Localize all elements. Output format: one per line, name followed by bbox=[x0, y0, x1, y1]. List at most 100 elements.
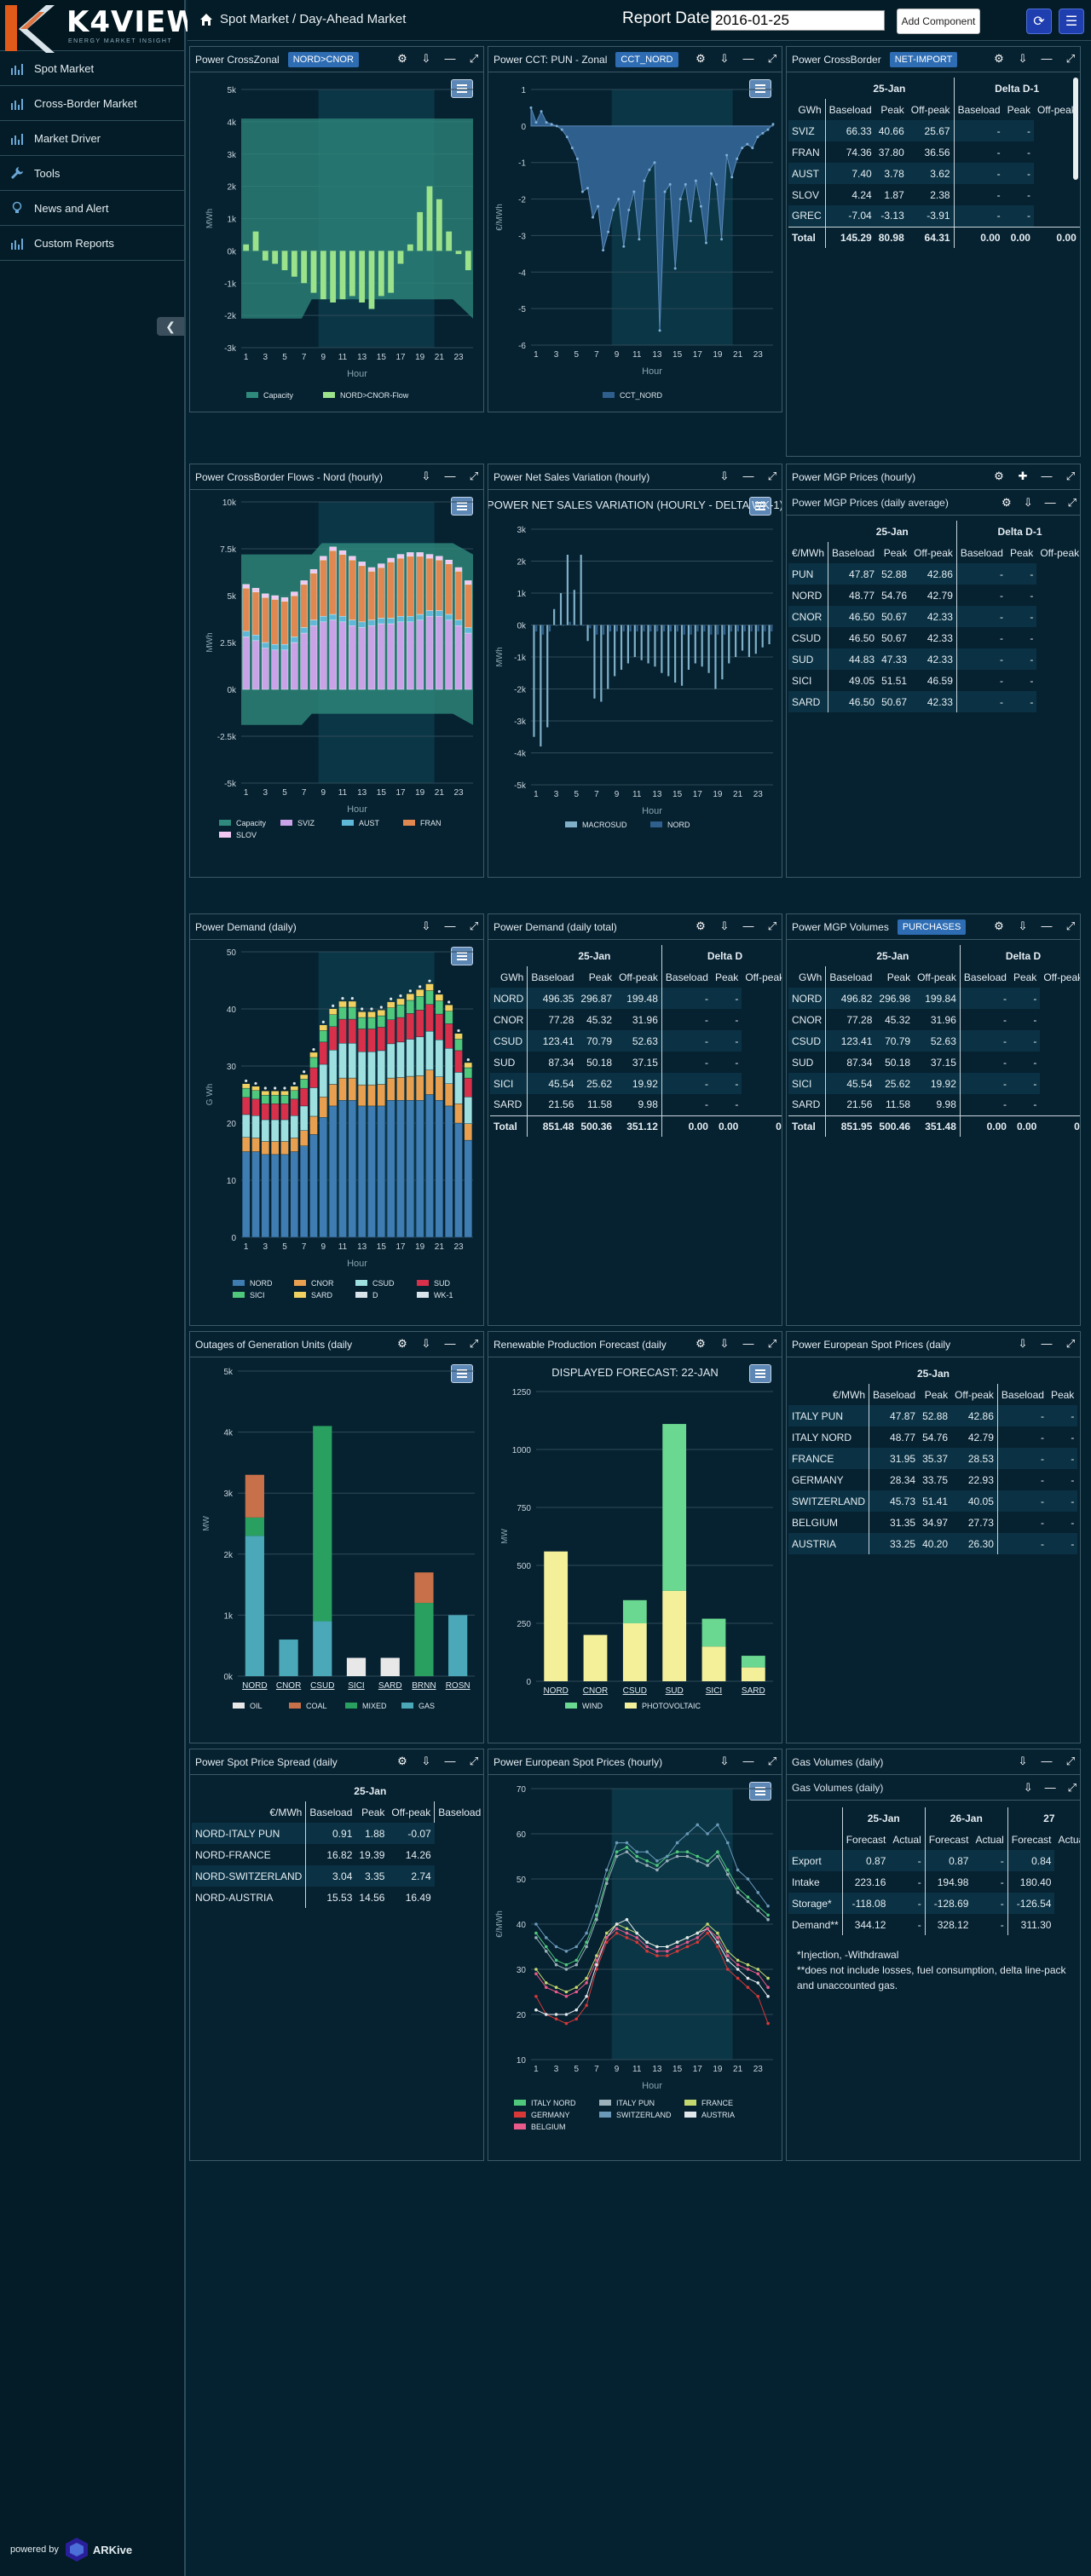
series-point[interactable] bbox=[564, 1968, 569, 1971]
flow-bar[interactable] bbox=[280, 649, 289, 690]
demand-bar[interactable] bbox=[251, 1098, 260, 1116]
series-point[interactable] bbox=[746, 1968, 750, 1971]
macrosud-bar[interactable] bbox=[761, 625, 764, 648]
demand-bar[interactable] bbox=[261, 1091, 270, 1096]
flow-bar[interactable] bbox=[251, 634, 260, 642]
nord-bar[interactable] bbox=[542, 625, 545, 635]
flow-bar[interactable] bbox=[387, 557, 395, 562]
demand-bar[interactable] bbox=[270, 1141, 280, 1155]
demand-bar[interactable] bbox=[406, 1099, 415, 1238]
flow-bar[interactable] bbox=[320, 621, 327, 690]
settings-icon[interactable]: ⚙ bbox=[396, 1338, 408, 1350]
legend-label[interactable]: SARD bbox=[311, 1291, 333, 1300]
series-point[interactable] bbox=[685, 1850, 690, 1853]
series-point[interactable] bbox=[544, 1981, 548, 1985]
macrosud-bar[interactable] bbox=[674, 625, 677, 683]
series-point[interactable] bbox=[736, 1868, 740, 1872]
series-point[interactable] bbox=[665, 1859, 669, 1863]
settings-icon[interactable]: ⚙ bbox=[695, 53, 707, 65]
forecast-bar[interactable] bbox=[662, 1424, 687, 1591]
macrosud-bar[interactable] bbox=[654, 625, 656, 667]
x-category-label[interactable]: NORD bbox=[242, 1681, 267, 1691]
demand-bar[interactable] bbox=[406, 1000, 415, 1014]
minimize-icon[interactable]: — bbox=[1041, 1755, 1053, 1767]
settings-icon[interactable]: ⚙ bbox=[993, 53, 1005, 65]
legend-label[interactable]: FRANCE bbox=[701, 2099, 733, 2107]
series-point[interactable] bbox=[725, 1841, 730, 1845]
flow-bar[interactable] bbox=[454, 625, 463, 690]
series-point[interactable] bbox=[645, 1945, 649, 1949]
cct-point[interactable] bbox=[586, 187, 589, 190]
legend-label[interactable]: NORD bbox=[250, 1279, 273, 1288]
download-icon[interactable]: ⇩ bbox=[1017, 1338, 1029, 1350]
x-category-label[interactable]: BRNN bbox=[412, 1681, 436, 1691]
nord-bar[interactable] bbox=[603, 625, 605, 635]
legend-label[interactable]: NORD>CNOR-Flow bbox=[340, 391, 409, 400]
series-point[interactable] bbox=[534, 1922, 538, 1926]
table-row[interactable]: SICI 49.05 51.51 46.59- - bbox=[788, 670, 1080, 691]
minimize-icon[interactable]: — bbox=[742, 470, 754, 482]
series-point[interactable] bbox=[645, 1859, 649, 1863]
cct-point[interactable] bbox=[668, 182, 672, 186]
flow-bar[interactable] bbox=[349, 559, 356, 620]
demand-bar[interactable] bbox=[357, 1011, 367, 1018]
table-row[interactable]: SLOV 4.24 1.87 2.38- - bbox=[788, 184, 1080, 205]
series-point[interactable] bbox=[564, 2021, 569, 2026]
series-point[interactable] bbox=[635, 1859, 639, 1863]
cct-point[interactable] bbox=[592, 216, 595, 219]
cct-point[interactable] bbox=[725, 153, 729, 157]
x-category-label[interactable]: CNOR bbox=[276, 1681, 301, 1691]
panel-selector-dropdown[interactable]: NORD>CNOR bbox=[287, 51, 359, 67]
cct-point[interactable] bbox=[699, 205, 702, 208]
series-point[interactable] bbox=[725, 1958, 730, 1962]
flow-bar[interactable] bbox=[309, 568, 318, 573]
series-point[interactable] bbox=[696, 1940, 700, 1944]
forecast-bar[interactable] bbox=[701, 1618, 726, 1647]
series-point[interactable] bbox=[716, 1945, 719, 1949]
x-category-label[interactable]: SICI bbox=[348, 1681, 364, 1691]
legend-label[interactable]: SVIZ bbox=[297, 819, 315, 827]
series-point[interactable] bbox=[635, 1854, 639, 1859]
demand-bar[interactable] bbox=[454, 1072, 463, 1104]
demand-bar[interactable] bbox=[319, 1030, 328, 1043]
series-point[interactable] bbox=[534, 1968, 538, 1971]
flow-bar[interactable] bbox=[262, 596, 269, 643]
demand-bar[interactable] bbox=[270, 1094, 280, 1104]
x-category-label[interactable]: CNOR bbox=[583, 1686, 608, 1696]
refresh-button[interactable]: ⟳ bbox=[1026, 9, 1052, 34]
demand-bar[interactable] bbox=[367, 1011, 376, 1018]
series-point[interactable] bbox=[544, 1950, 548, 1953]
outage-bar[interactable] bbox=[245, 1536, 264, 1676]
flow-bar[interactable] bbox=[349, 251, 355, 297]
cct-point[interactable] bbox=[746, 142, 749, 146]
series-point[interactable] bbox=[544, 2013, 548, 2016]
flow-bar[interactable] bbox=[378, 623, 385, 690]
forecast-bar[interactable] bbox=[741, 1667, 765, 1681]
download-icon[interactable]: ⇩ bbox=[1024, 496, 1033, 510]
legend-label[interactable]: SUD bbox=[434, 1279, 451, 1288]
series-point[interactable] bbox=[766, 1976, 770, 1980]
series-point[interactable] bbox=[574, 2008, 579, 2012]
demand-bar[interactable] bbox=[241, 1097, 251, 1115]
flow-bar[interactable] bbox=[359, 251, 366, 303]
macrosud-bar[interactable] bbox=[607, 625, 609, 689]
series-point[interactable] bbox=[665, 1854, 669, 1859]
demand-bar[interactable] bbox=[241, 1087, 251, 1098]
series-point[interactable] bbox=[716, 1931, 719, 1935]
flow-bar[interactable] bbox=[309, 625, 318, 690]
nord-bar[interactable] bbox=[643, 625, 645, 632]
outage-bar[interactable] bbox=[448, 1615, 468, 1676]
flow-bar[interactable] bbox=[436, 615, 443, 690]
outage-bar[interactable] bbox=[245, 1517, 264, 1536]
cct-point[interactable] bbox=[550, 123, 553, 126]
series-point[interactable] bbox=[554, 1990, 558, 1994]
flow-bar[interactable] bbox=[388, 251, 395, 293]
demand-bar[interactable] bbox=[309, 1087, 318, 1117]
expand-icon[interactable]: ⤢ bbox=[468, 920, 480, 932]
table-row[interactable]: SUD 87.34 50.18 37.15- - bbox=[788, 1052, 1080, 1073]
demand-bar[interactable] bbox=[251, 1138, 260, 1152]
table-row[interactable]: NORD-AUSTRIA 15.53 14.56 16.49 bbox=[192, 1887, 483, 1908]
series-point[interactable] bbox=[746, 1976, 750, 1980]
legend-label[interactable]: AUSTRIA bbox=[701, 2111, 735, 2119]
series-point[interactable] bbox=[716, 1940, 719, 1944]
